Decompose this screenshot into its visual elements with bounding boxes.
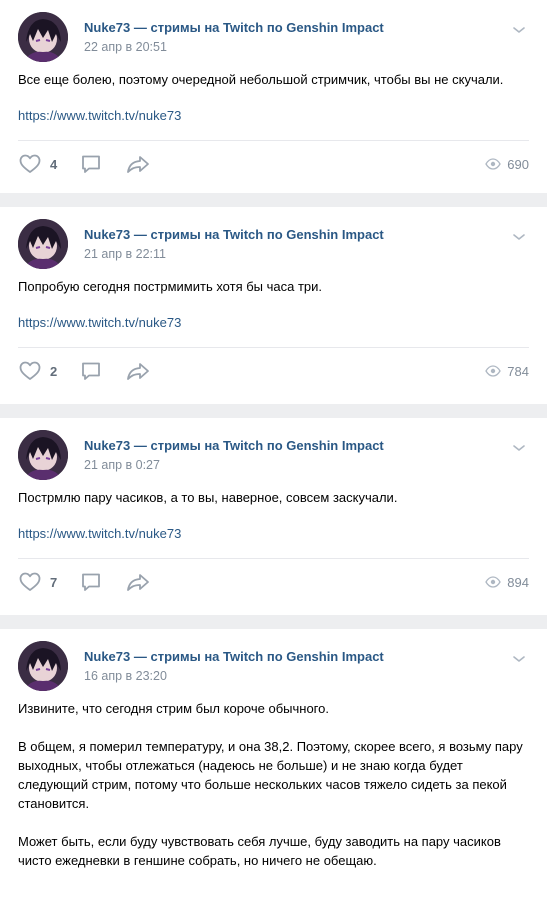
share-button[interactable] bbox=[125, 152, 151, 176]
post-author-link[interactable]: Nuke73 — стримы на Twitch по Genshin Imp… bbox=[84, 20, 384, 36]
post-text: Попробую сегодня пострмимить хотя бы час… bbox=[18, 279, 323, 294]
wall-post: Nuke73 — стримы на Twitch по Genshin Imp… bbox=[0, 0, 547, 193]
comment-icon bbox=[82, 155, 101, 173]
post-author-block: Nuke73 — стримы на Twitch по Genshin Imp… bbox=[84, 12, 384, 55]
heart-icon bbox=[19, 572, 41, 591]
post-date[interactable]: 16 апр в 23:20 bbox=[84, 668, 384, 684]
views-counter: 894 bbox=[485, 559, 529, 605]
wall-post: Nuke73 — стримы на Twitch по Genshin Imp… bbox=[0, 629, 547, 909]
post-header: Nuke73 — стримы на Twitch по Genshin Imp… bbox=[18, 219, 529, 271]
share-icon bbox=[127, 574, 150, 591]
heart-icon bbox=[19, 361, 41, 380]
wall-post: Nuke73 — стримы на Twitch по Genshin Imp… bbox=[0, 207, 547, 404]
comment-button[interactable] bbox=[79, 152, 103, 176]
heart-icon bbox=[19, 154, 41, 173]
chevron-down-icon[interactable] bbox=[511, 651, 527, 667]
post-header: Nuke73 — стримы на Twitch по Genshin Imp… bbox=[18, 641, 529, 693]
eye-icon bbox=[485, 576, 502, 588]
post-header: Nuke73 — стримы на Twitch по Genshin Imp… bbox=[18, 430, 529, 482]
eye-icon bbox=[485, 365, 502, 377]
like-count: 7 bbox=[50, 574, 58, 590]
post-text: Все еще болею, поэтому очередной небольш… bbox=[18, 72, 504, 87]
chevron-down-icon[interactable] bbox=[511, 229, 527, 245]
post-date[interactable]: 21 апр в 0:27 bbox=[84, 457, 384, 473]
post-link[interactable]: https://www.twitch.tv/nuke73 bbox=[18, 106, 529, 125]
views-counter: 690 bbox=[485, 141, 529, 187]
like-button[interactable]: 2 bbox=[18, 359, 57, 383]
avatar[interactable] bbox=[18, 219, 68, 269]
views-count: 894 bbox=[507, 574, 529, 590]
post-actions: 4 690 bbox=[18, 140, 529, 187]
post-author-link[interactable]: Nuke73 — стримы на Twitch по Genshin Imp… bbox=[84, 649, 384, 665]
views-count: 690 bbox=[507, 156, 529, 172]
share-icon bbox=[127, 363, 150, 380]
views-count: 784 bbox=[507, 363, 529, 379]
avatar[interactable] bbox=[18, 641, 68, 691]
post-author-block: Nuke73 — стримы на Twitch по Genshin Imp… bbox=[84, 430, 384, 473]
post-actions: 2 784 bbox=[18, 347, 529, 394]
chevron-down-icon[interactable] bbox=[511, 440, 527, 456]
post-author-link[interactable]: Nuke73 — стримы на Twitch по Genshin Imp… bbox=[84, 438, 384, 454]
post-actions: 7 894 bbox=[18, 558, 529, 605]
wall-post: Nuke73 — стримы на Twitch по Genshin Imp… bbox=[0, 418, 547, 615]
chevron-down-icon[interactable] bbox=[511, 22, 527, 38]
post-text: Извините, что сегодня стрим был короче о… bbox=[18, 701, 523, 868]
post-text: Пострмлю пару часиков, а то вы, наверное… bbox=[18, 490, 398, 505]
share-button[interactable] bbox=[125, 359, 151, 383]
feed: Nuke73 — стримы на Twitch по Genshin Imp… bbox=[0, 0, 547, 909]
post-link[interactable]: https://www.twitch.tv/nuke73 bbox=[18, 313, 529, 332]
post-link[interactable]: https://www.twitch.tv/nuke73 bbox=[18, 524, 529, 543]
comment-button[interactable] bbox=[79, 570, 103, 594]
like-button[interactable]: 4 bbox=[18, 152, 57, 176]
views-counter: 784 bbox=[485, 348, 529, 394]
post-author-block: Nuke73 — стримы на Twitch по Genshin Imp… bbox=[84, 219, 384, 262]
share-icon bbox=[127, 156, 150, 173]
post-header: Nuke73 — стримы на Twitch по Genshin Imp… bbox=[18, 12, 529, 64]
post-date[interactable]: 21 апр в 22:11 bbox=[84, 246, 384, 262]
post-author-block: Nuke73 — стримы на Twitch по Genshin Imp… bbox=[84, 641, 384, 684]
like-count: 4 bbox=[50, 156, 58, 172]
like-button[interactable]: 7 bbox=[18, 570, 57, 594]
comment-button[interactable] bbox=[79, 359, 103, 383]
avatar[interactable] bbox=[18, 430, 68, 480]
post-date[interactable]: 22 апр в 20:51 bbox=[84, 39, 384, 55]
share-button[interactable] bbox=[125, 570, 151, 594]
avatar[interactable] bbox=[18, 12, 68, 62]
comment-icon bbox=[82, 362, 101, 380]
like-count: 2 bbox=[50, 363, 58, 379]
post-author-link[interactable]: Nuke73 — стримы на Twitch по Genshin Imp… bbox=[84, 227, 384, 243]
comment-icon bbox=[82, 573, 101, 591]
eye-icon bbox=[485, 158, 502, 170]
